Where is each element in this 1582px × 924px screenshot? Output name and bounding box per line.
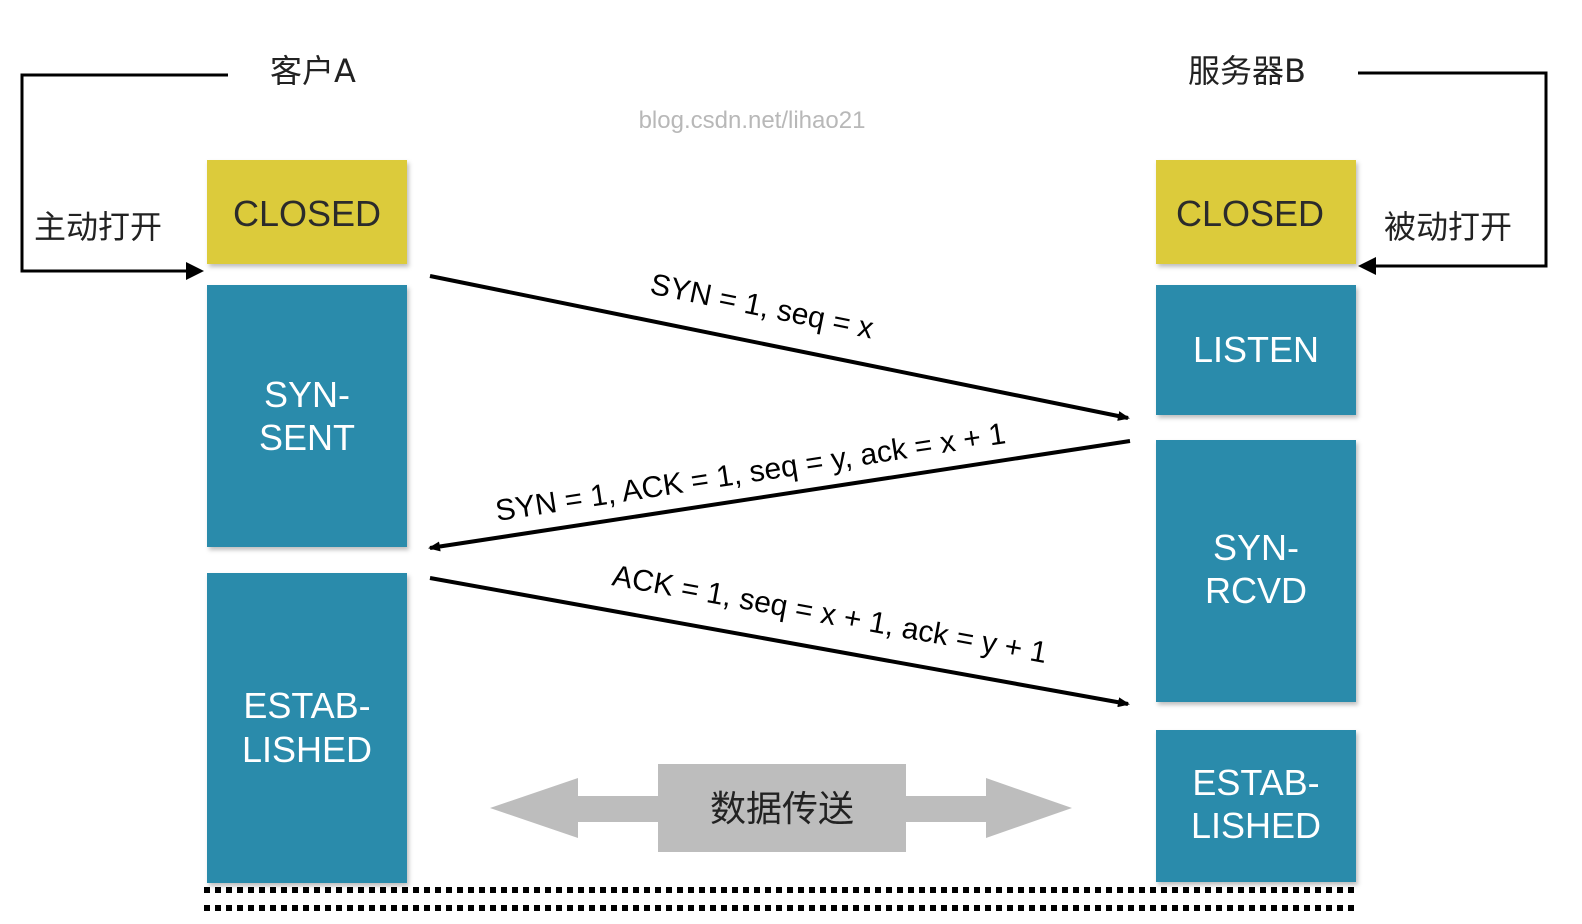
client-syn-sent-line1: SYN- (264, 374, 350, 415)
server-closed-label: CLOSED (1176, 193, 1324, 234)
client-closed-label: CLOSED (233, 193, 381, 234)
data-transfer-arrow: 数据传送 (490, 764, 1072, 852)
server-state-established: ESTAB- LISHED (1156, 730, 1356, 882)
server-established-line2: LISHED (1191, 805, 1321, 846)
server-syn-rcvd-line2: RCVD (1205, 570, 1307, 611)
client-open-label: 主动打开 (34, 208, 162, 246)
watermark-text: blog.csdn.net/lihao21 (639, 107, 866, 134)
server-title: 服务器B (1188, 52, 1306, 90)
server-open-label: 被动打开 (1384, 208, 1512, 246)
server-state-syn-rcvd: SYN- RCVD (1156, 440, 1356, 702)
client-established-line1: ESTAB- (243, 685, 370, 726)
client-state-established: ESTAB- LISHED (207, 573, 407, 883)
client-open-arrowhead (186, 262, 204, 280)
server-syn-rcvd-line1: SYN- (1213, 527, 1299, 568)
server-established-line1: ESTAB- (1192, 762, 1319, 803)
data-transfer-label: 数据传送 (710, 789, 854, 830)
client-state-closed: CLOSED (207, 160, 407, 264)
ack-message-label: ACK = 1, seq = x + 1, ack = y + 1 (610, 559, 1050, 670)
client-state-syn-sent: SYN- SENT (207, 285, 407, 547)
client-title: 客户A (270, 52, 356, 90)
syn-message-label: SYN = 1, seq = x (647, 268, 876, 346)
server-state-closed: CLOSED (1156, 160, 1356, 264)
client-established-line2: LISHED (242, 729, 372, 770)
server-listen-label: LISTEN (1193, 329, 1319, 370)
client-syn-sent-line2: SENT (259, 417, 355, 458)
server-open-arrowhead (1358, 257, 1376, 275)
server-state-listen: LISTEN (1156, 285, 1356, 415)
tcp-handshake-diagram: blog.csdn.net/lihao21 客户A 服务器B 主动打开 被动打开… (20, 52, 1548, 911)
